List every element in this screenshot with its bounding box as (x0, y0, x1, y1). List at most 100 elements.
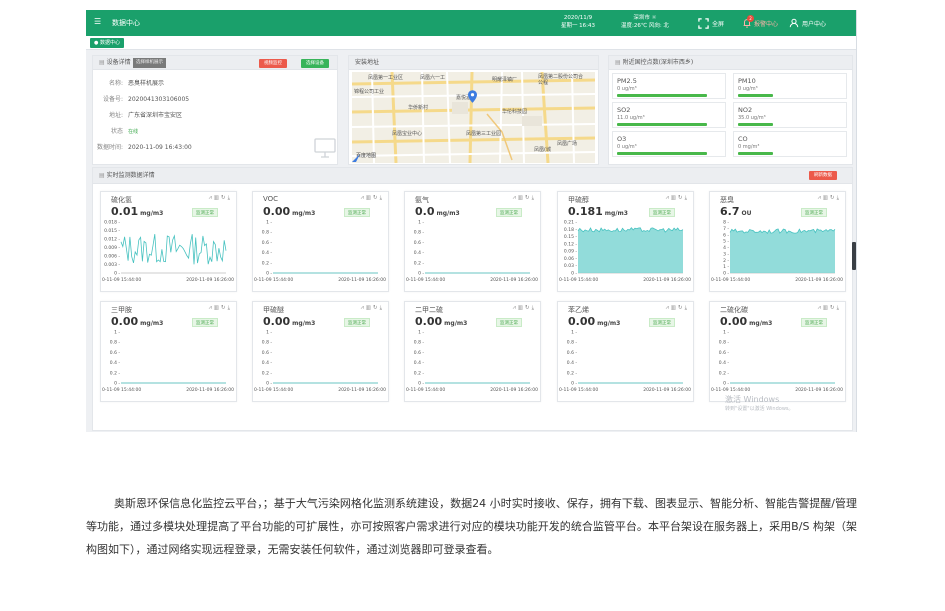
map-pin-icon[interactable] (468, 90, 477, 103)
panel-icon: ▤ (99, 172, 107, 179)
sensor-card: 二甲二硫 ⩘▥↻⤓ 0.00 mg/m3 监测正常 1 - 0.8 - 0.6 - 0.4 - 0… (404, 301, 541, 402)
download-icon[interactable]: ⤓ (685, 305, 689, 311)
series-area (578, 227, 683, 273)
bar-chart-icon[interactable]: ▥ (823, 195, 830, 201)
sensor-chart: 1 - 0.8 - 0.6 - 0.4 - 0.2 - 0 -0-11-09 15:44:… (406, 220, 538, 284)
refresh-icon[interactable]: ↻ (221, 305, 228, 311)
refresh-icon[interactable]: ↻ (221, 195, 228, 201)
sensor-unit: mg/m3 (436, 210, 460, 217)
download-icon[interactable]: ⤓ (380, 195, 384, 201)
download-icon[interactable]: ⤓ (380, 305, 384, 311)
sensor-name: 甲硫醚 (263, 306, 284, 314)
y-tick-label: 0.4 - (262, 360, 273, 366)
fullscreen-icon (698, 17, 709, 29)
map-panel-title: 安装地址 (355, 59, 380, 66)
download-icon[interactable]: ⤓ (228, 195, 232, 201)
bar-chart-icon[interactable]: ▥ (366, 195, 373, 201)
device-id-row: 设备号: 2020041303106005 (93, 94, 189, 103)
select-device-button[interactable]: 选择设备 (301, 59, 329, 68)
sensor-value: 0.00 mg/m3 (263, 315, 315, 328)
bar-chart-icon[interactable]: ▥ (518, 305, 525, 311)
download-icon[interactable]: ⤓ (837, 195, 841, 201)
video-monitor-button[interactable]: 视频监控 (259, 59, 287, 68)
map-area[interactable]: 凤凰第一工业区 凤凰六一工 明耀泽镇厂 凤凰第二股份公司合公程 锦程公司工业 嘉… (352, 72, 595, 163)
refresh-icon[interactable]: ↻ (678, 195, 685, 201)
y-tick-label: 0.4 - (414, 250, 425, 256)
y-tick-label: 0 - (571, 381, 577, 387)
y-tick-label: 0.2 - (262, 260, 273, 266)
y-tick-label: 0.018 - (104, 220, 120, 226)
watermark-line1: 激活 Windows (725, 395, 780, 404)
bar-chart-icon[interactable]: ▥ (366, 305, 373, 311)
refresh-icon[interactable]: ↻ (373, 195, 380, 201)
weather-detail: 温度:26℃ 风向: 北 (621, 23, 669, 29)
refresh-icon[interactable]: ↻ (525, 305, 532, 311)
y-tick-label: 0.009 - (104, 245, 120, 251)
date-text: 2020/11/9 (563, 15, 593, 21)
y-tick-label: 0.015 - (104, 228, 120, 234)
y-tick-label: 0.8 - (719, 340, 730, 346)
row-value: 恶臭样机展示 (128, 80, 165, 87)
aqi-panel-header: ▤ 附近国控点数(深圳市西乡) (609, 56, 852, 70)
sensor-value: 0.181 mg/m3 (568, 205, 628, 218)
aqi-name: O3 (617, 135, 627, 143)
chart-toolbar: ⩘▥↻⤓ (209, 305, 232, 312)
status-normal-badge: 监测正常 (344, 208, 370, 217)
y-tick-label: 0.8 - (567, 340, 578, 346)
aqi-panel: ▤ 附近国控点数(深圳市西乡) PM2.5 0 ug/m³ PM10 0 ug/m³… (608, 55, 853, 165)
watermark-line2: 转到"设置"以激活 Windows。 (725, 406, 794, 412)
sensor-name: 二甲二硫 (415, 306, 443, 314)
download-icon[interactable]: ⤓ (532, 305, 536, 311)
device-panel-header: ▤ 设备详情 选择样机展示 视频监控 选择设备 (93, 56, 337, 70)
refresh-icon[interactable]: ↻ (678, 305, 685, 311)
refresh-icon[interactable]: ↻ (830, 195, 837, 201)
refresh-data-button[interactable]: 刷新数据 (809, 171, 837, 180)
refresh-icon[interactable]: ↻ (830, 305, 837, 311)
weather-city: 深圳市 ☼ (633, 15, 657, 21)
bar-chart-icon[interactable]: ▥ (823, 305, 830, 311)
chart-toolbar: ⩘▥↻⤓ (513, 305, 536, 312)
aqi-bar (617, 94, 707, 97)
y-tick-label: 1 - (418, 220, 424, 226)
x-tick-label: 0-11-09 15:44:00 (254, 387, 293, 393)
bar-chart-icon[interactable]: ▥ (518, 195, 525, 201)
download-icon[interactable]: ⤓ (532, 195, 536, 201)
y-tick-label: 0.003 - (104, 262, 120, 268)
sensor-card: VOC ⩘▥↻⤓ 0.00 mg/m3 监测正常 1 - 0.8 - 0.6 - 0.4 - 0.… (252, 191, 389, 292)
compass-icon (352, 154, 360, 162)
menu-icon[interactable]: ☰ (94, 18, 101, 26)
user-center-button[interactable]: 用户中心 (789, 16, 826, 30)
bar-chart-icon[interactable]: ▥ (671, 305, 678, 311)
bar-chart-icon[interactable]: ▥ (214, 195, 221, 201)
chart-toolbar: ⩘▥↻⤓ (513, 195, 536, 202)
user-icon (789, 18, 799, 28)
download-icon[interactable]: ⤓ (837, 305, 841, 311)
device-tooltip: 选择样机展示 (133, 58, 166, 68)
sensor-number: 6.7 (720, 205, 740, 218)
y-tick-label: 5 - (723, 239, 729, 245)
row-value: 2020-11-09 16:43:00 (128, 144, 192, 151)
y-tick-label: 0.4 - (262, 250, 273, 256)
fullscreen-button[interactable]: 全屏 (698, 16, 724, 30)
y-tick-label: 0.2 - (414, 260, 425, 266)
download-icon[interactable]: ⤓ (228, 305, 232, 311)
sensor-value: 0.0 mg/m3 (415, 205, 460, 218)
map-label: 凤凰(城 (534, 147, 551, 153)
aqi-bar (738, 152, 773, 155)
download-icon[interactable]: ⤓ (685, 195, 689, 201)
scrollbar-thumb[interactable] (852, 242, 856, 270)
bar-chart-icon[interactable]: ▥ (214, 305, 221, 311)
tab-data-center[interactable]: ● 数据中心 (90, 38, 124, 48)
alarm-center-button[interactable]: 2 报警中心 (742, 15, 778, 30)
refresh-icon[interactable]: ↻ (373, 305, 380, 311)
bar-chart-icon[interactable]: ▥ (671, 195, 678, 201)
device-time-row: 数据时间: 2020-11-09 16:43:00 (93, 142, 192, 151)
y-tick-label: 0.2 - (719, 370, 730, 376)
status-normal-badge: 监测正常 (496, 208, 522, 217)
x-tick-label: 2020-11-09 16:26:00 (643, 277, 691, 283)
sensor-unit: mg/m3 (597, 320, 621, 327)
y-tick-label: 0.006 - (104, 254, 120, 260)
x-tick-label: 2020-11-09 16:26:00 (338, 277, 386, 283)
sensor-chart: 1 - 0.8 - 0.6 - 0.4 - 0.2 - 0 -0-11-09 15:44:… (406, 330, 538, 394)
refresh-icon[interactable]: ↻ (525, 195, 532, 201)
